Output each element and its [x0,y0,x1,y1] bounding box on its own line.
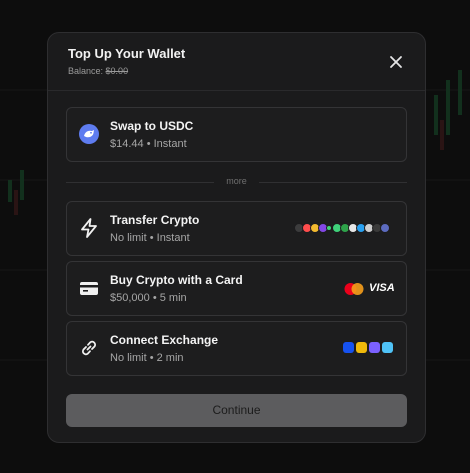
other-exchange-icon [382,342,393,353]
top-up-wallet-modal: Top Up Your Wallet Balance: $0.00 Swap t… [47,32,426,443]
link-icon [78,337,100,359]
option-label: Buy Crypto with a Card [110,273,243,287]
option-subtitle: $50,000 • 5 min [110,292,187,304]
lightning-icon [78,217,100,239]
close-icon [390,56,402,68]
binance-icon [356,342,367,353]
supported-chains-icons [294,223,394,235]
modal-title: Top Up Your Wallet [68,46,186,61]
divider-text: more [226,176,247,186]
option-buy-crypto-card[interactable]: Buy Crypto with a Card $50,000 • 5 min V… [66,261,407,316]
option-subtitle: $14.44 • Instant [110,138,187,150]
option-swap-to-usdc[interactable]: Swap to USDC $14.44 • Instant [66,107,407,162]
option-transfer-crypto[interactable]: Transfer Crypto No limit • Instant [66,201,407,256]
coinbase-icon [343,342,354,353]
other-chain-icon [380,223,390,233]
continue-button[interactable]: Continue [66,394,407,427]
wallet-balance: Balance: $0.00 [68,66,128,76]
more-divider: more [66,176,407,188]
option-label: Transfer Crypto [110,213,200,227]
modal-header: Top Up Your Wallet Balance: $0.00 [48,33,425,91]
option-label: Connect Exchange [110,333,219,347]
credit-card-icon [78,277,100,299]
mastercard-logo [344,283,364,295]
divider-line [259,182,407,183]
option-label: Swap to USDC [110,119,194,133]
close-button[interactable] [388,54,404,70]
option-subtitle: No limit • Instant [110,232,190,244]
option-connect-exchange[interactable]: Connect Exchange No limit • 2 min [66,321,407,376]
balance-value: $0.00 [105,66,129,76]
visa-logo: VISA [369,282,395,294]
swap-icon [78,123,100,145]
kraken-icon [369,342,380,353]
option-subtitle: No limit • 2 min [110,352,184,364]
balance-label: Balance: [68,66,104,76]
